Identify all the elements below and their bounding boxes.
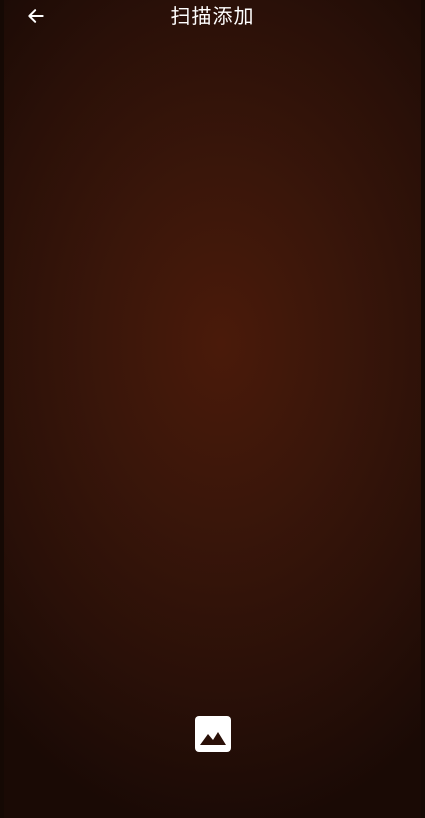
screen-edge-right [421,0,425,818]
open-gallery-button[interactable] [194,715,232,753]
back-button[interactable] [22,2,50,30]
scanner-screen: 扫描添加 [0,0,425,818]
screen-edge-left [0,0,4,818]
arrow-left-icon [28,9,44,23]
page-title: 扫描添加 [170,4,255,28]
top-bar: 扫描添加 [0,0,425,36]
image-icon [195,716,231,752]
